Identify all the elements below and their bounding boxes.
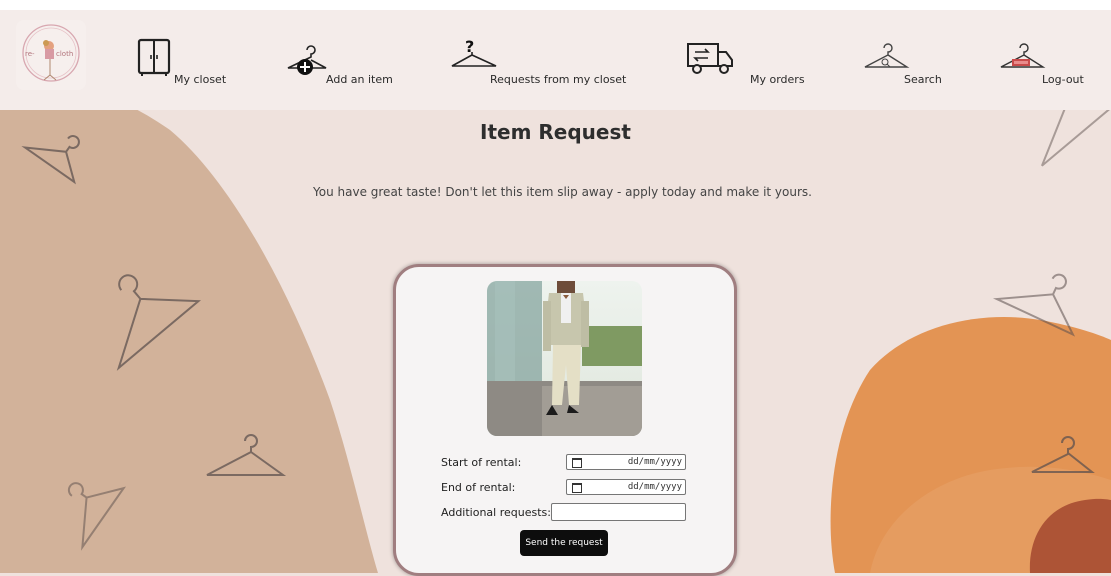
nav-label-requests: Requests from my closet (490, 73, 627, 86)
suit-photo-image (487, 281, 642, 436)
nav-item-add-item[interactable]: Add an item (282, 10, 402, 110)
additional-requests-row: Additional requests: (441, 503, 691, 522)
start-rental-label: Start of rental: (441, 456, 522, 469)
logo-text-left: re- (25, 50, 35, 58)
start-rental-placeholder: dd/mm/yyyy (627, 457, 682, 467)
start-rental-row: Start of rental: dd/mm/yyyy (441, 454, 691, 472)
top-bar (0, 0, 1111, 10)
end-rental-row: End of rental: dd/mm/yyyy (441, 479, 691, 497)
end-rental-placeholder: dd/mm/yyyy (627, 482, 682, 492)
nav-label-logout: Log-out (1042, 73, 1084, 86)
page-subtitle: You have great taste! Don't let this ite… (313, 185, 812, 199)
question-hanger-icon: ? (451, 38, 497, 67)
main-navigation: re- cloth My closet Add an item ? Reques… (0, 10, 1111, 110)
nav-item-requests[interactable]: ? Requests from my closet (448, 10, 628, 110)
nav-label-my-orders: My orders (750, 73, 805, 86)
nav-item-logout[interactable]: Log-out (998, 10, 1098, 110)
item-photo (487, 281, 642, 436)
nav-item-search[interactable]: Search (862, 10, 952, 110)
nav-item-my-closet[interactable]: My closet (132, 10, 232, 110)
logout-hanger-icon (1000, 43, 1046, 68)
nav-item-my-orders[interactable]: My orders (686, 10, 806, 110)
calendar-icon (572, 483, 582, 493)
delivery-truck-icon (687, 43, 733, 74)
closet-icon (137, 38, 171, 76)
svg-text:?: ? (465, 38, 474, 56)
start-rental-input[interactable]: dd/mm/yyyy (566, 454, 686, 470)
nav-label-my-closet: My closet (174, 73, 227, 86)
nav-label-add-item: Add an item (326, 73, 393, 86)
end-rental-input[interactable]: dd/mm/yyyy (566, 479, 686, 495)
add-hanger-icon (287, 45, 327, 75)
request-card: Start of rental: dd/mm/yyyy End of renta… (393, 264, 737, 576)
search-hanger-icon (864, 43, 910, 68)
additional-requests-input[interactable] (551, 503, 686, 521)
additional-requests-label: Additional requests: (441, 506, 551, 519)
recloth-logo[interactable]: re- cloth (16, 20, 86, 90)
send-request-button[interactable]: Send the request (520, 530, 608, 556)
page-title: Item Request (480, 120, 631, 144)
end-rental-label: End of rental: (441, 481, 516, 494)
calendar-icon (572, 458, 582, 468)
nav-label-search: Search (904, 73, 942, 86)
logo-text-right: cloth (56, 50, 74, 58)
